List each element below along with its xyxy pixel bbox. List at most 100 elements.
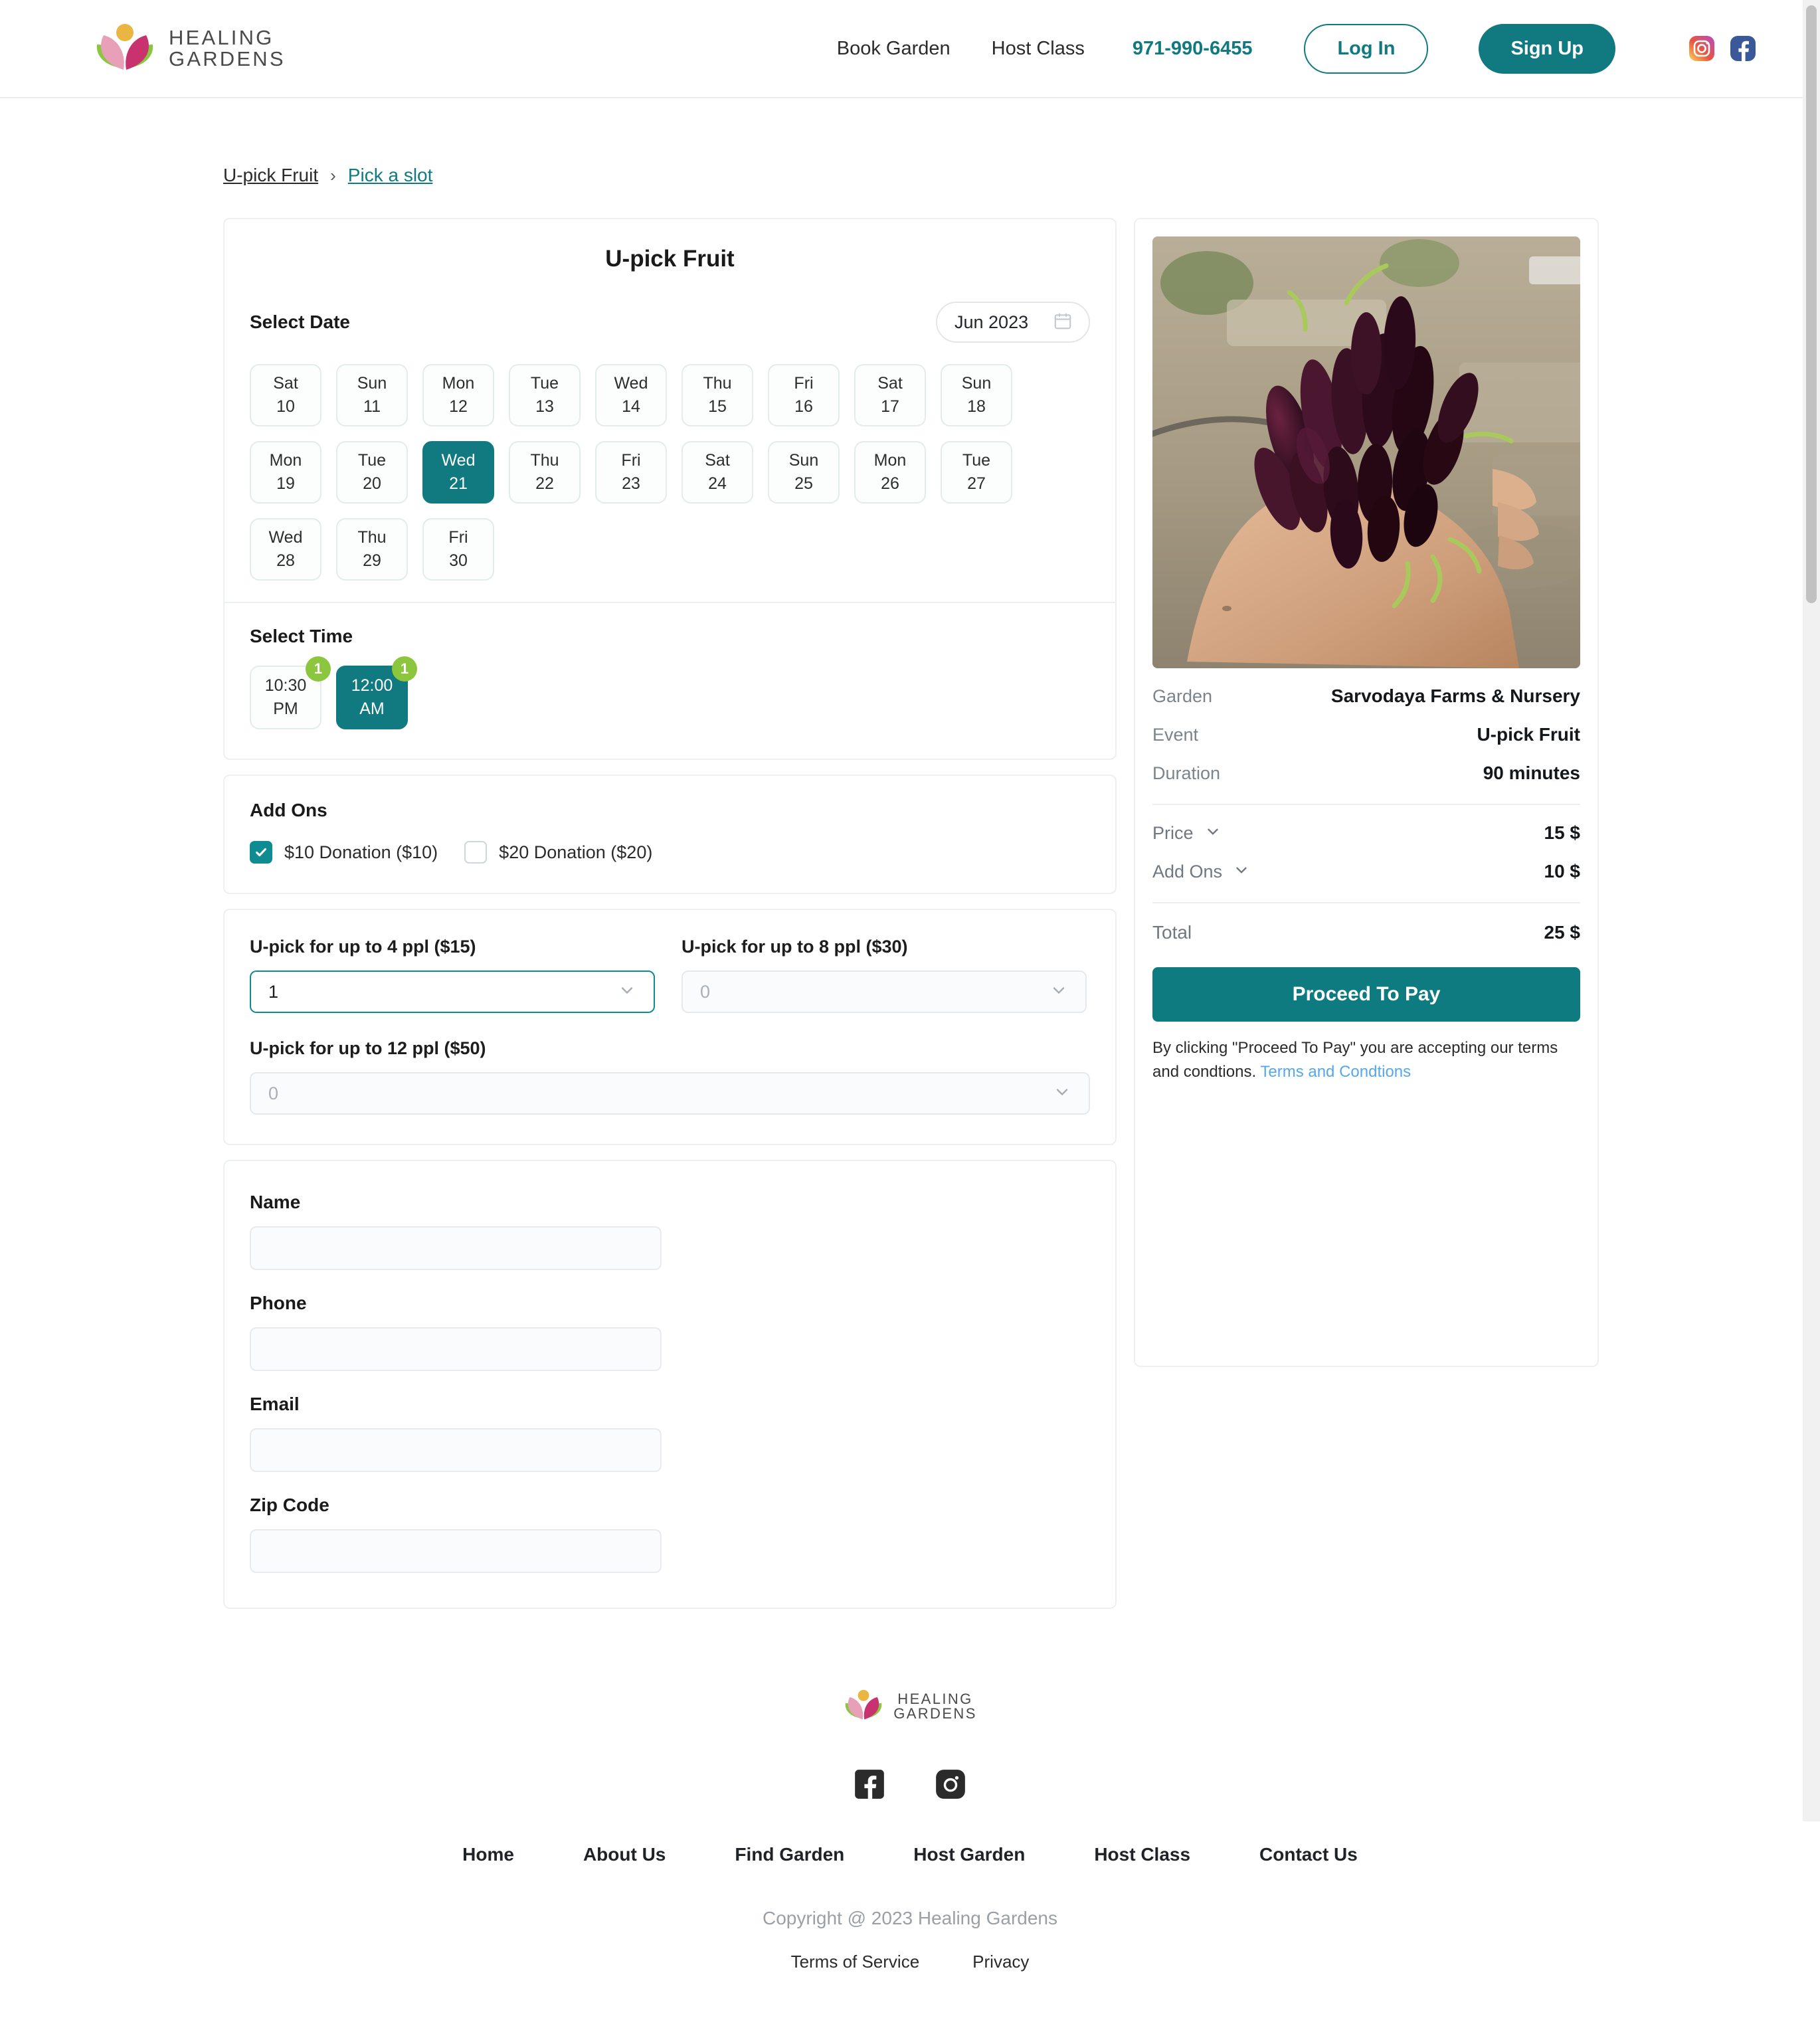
date-chip[interactable]: Sun 11 bbox=[336, 364, 408, 426]
footer-flower-icon bbox=[843, 1689, 884, 1724]
summary-price-row[interactable]: Price 15 $ bbox=[1152, 822, 1580, 844]
date-chip-weekday: Tue bbox=[357, 451, 387, 470]
summary-addons-value: 10 $ bbox=[1544, 861, 1581, 881]
date-chip[interactable]: Thu 22 bbox=[509, 441, 581, 504]
date-chip[interactable]: Sun 25 bbox=[768, 441, 840, 504]
instagram-icon[interactable] bbox=[1688, 35, 1715, 62]
select-time-label: Select Time bbox=[250, 626, 353, 646]
chevron-down-icon[interactable] bbox=[1049, 981, 1068, 1003]
time-chip-hour: 12:00 bbox=[351, 676, 393, 695]
slot-count-badge: 1 bbox=[306, 656, 331, 682]
site-logo[interactable]: HEALING GARDENS bbox=[93, 22, 286, 75]
date-chip-weekday: Fri bbox=[448, 528, 468, 547]
breadcrumb-chevron-icon: › bbox=[330, 165, 336, 185]
date-chip[interactable]: Fri 30 bbox=[422, 518, 494, 581]
contact-field-input[interactable] bbox=[250, 1327, 662, 1371]
footer-logo[interactable]: HEALING GARDENS bbox=[843, 1689, 977, 1724]
date-chip[interactable]: Sat 17 bbox=[854, 364, 926, 426]
footer-nav-link[interactable]: Host Class bbox=[1094, 1844, 1190, 1865]
nav-host-class[interactable]: Host Class bbox=[992, 38, 1085, 60]
checkbox-checked-icon[interactable] bbox=[250, 841, 272, 864]
instagram-icon[interactable] bbox=[935, 1769, 966, 1803]
ticket-quantity-select[interactable]: 0 bbox=[682, 970, 1087, 1013]
proceed-to-pay-button[interactable]: Proceed To Pay bbox=[1152, 967, 1580, 1022]
logo-wordmark: HEALING GARDENS bbox=[169, 27, 286, 69]
facebook-icon[interactable] bbox=[1730, 35, 1756, 62]
breadcrumb-current[interactable]: Pick a slot bbox=[348, 165, 433, 186]
breadcrumb: U-pick Fruit › Pick a slot bbox=[223, 165, 1756, 186]
contact-field-label: Name bbox=[250, 1192, 301, 1212]
date-chip-day: 30 bbox=[449, 551, 468, 570]
login-button[interactable]: Log In bbox=[1304, 23, 1429, 74]
time-slot: 12:00 AM 1 bbox=[336, 656, 417, 729]
date-chip-day: 16 bbox=[794, 397, 813, 416]
date-chip[interactable]: Tue 20 bbox=[336, 441, 408, 504]
header-phone[interactable]: 971-990-6455 bbox=[1133, 38, 1253, 60]
contact-field-input[interactable] bbox=[250, 1226, 662, 1270]
date-chip-day: 24 bbox=[708, 474, 727, 493]
chevron-down-icon[interactable] bbox=[618, 981, 636, 1003]
contact-field-input[interactable] bbox=[250, 1428, 662, 1472]
date-chip[interactable]: Mon 19 bbox=[250, 441, 321, 504]
date-chip[interactable]: Thu 29 bbox=[336, 518, 408, 581]
scrollbar-thumb[interactable] bbox=[1806, 5, 1817, 603]
date-chip[interactable]: Fri 23 bbox=[595, 441, 667, 504]
ticket-quantity-select[interactable]: 0 bbox=[250, 1072, 1090, 1115]
ticket-quantity-select[interactable]: 1 bbox=[250, 970, 655, 1013]
facebook-icon[interactable] bbox=[854, 1769, 885, 1803]
date-chip-weekday: Thu bbox=[703, 374, 732, 393]
time-chip-meridiem: AM bbox=[359, 699, 385, 718]
addons-card: Add Ons $10 Donation ($10) $20 Donation (… bbox=[223, 775, 1117, 894]
summary-duration-row: Duration 90 minutes bbox=[1152, 763, 1580, 784]
date-chip[interactable]: Fri 16 bbox=[768, 364, 840, 426]
footer-nav-link[interactable]: Find Garden bbox=[735, 1844, 844, 1865]
signup-button[interactable]: Sign Up bbox=[1479, 23, 1615, 74]
contact-field: Zip Code bbox=[250, 1495, 662, 1573]
summary-total-row: Total 25 $ bbox=[1152, 922, 1580, 943]
date-chip[interactable]: Mon 26 bbox=[854, 441, 926, 504]
date-chip-weekday: Wed bbox=[441, 451, 476, 470]
footer-nav-link[interactable]: Contact Us bbox=[1259, 1844, 1358, 1865]
breadcrumb-parent[interactable]: U-pick Fruit bbox=[223, 165, 318, 186]
footer-wordmark: HEALING GARDENS bbox=[893, 1691, 977, 1722]
footer-legal-link[interactable]: Terms of Service bbox=[791, 1952, 920, 1972]
date-chip[interactable]: Thu 15 bbox=[682, 364, 753, 426]
date-chip-day: 12 bbox=[449, 397, 468, 416]
date-chip[interactable]: Wed 28 bbox=[250, 518, 321, 581]
date-chip[interactable]: Sun 18 bbox=[941, 364, 1012, 426]
date-chip-day: 10 bbox=[276, 397, 295, 416]
date-chip-day: 13 bbox=[535, 397, 554, 416]
contact-field-label: Email bbox=[250, 1394, 300, 1414]
date-chip[interactable]: Tue 27 bbox=[941, 441, 1012, 504]
date-chip-weekday: Sat bbox=[705, 451, 730, 470]
footer-nav-link[interactable]: Host Garden bbox=[913, 1844, 1025, 1865]
date-chip-weekday: Thu bbox=[357, 528, 387, 547]
date-chip[interactable]: Mon 12 bbox=[422, 364, 494, 426]
page-scrollbar[interactable] bbox=[1803, 0, 1820, 1821]
contact-field-input[interactable] bbox=[250, 1529, 662, 1573]
date-chip[interactable]: Sat 24 bbox=[682, 441, 753, 504]
copyright-text: Copyright @ 2023 Healing Gardens bbox=[762, 1907, 1057, 1928]
date-chip[interactable]: Tue 13 bbox=[509, 364, 581, 426]
contact-field: Phone bbox=[250, 1293, 662, 1371]
terms-and-conditions-link[interactable]: Terms and Condtions bbox=[1260, 1063, 1411, 1081]
footer-nav-link[interactable]: Home bbox=[462, 1844, 514, 1865]
date-chip[interactable]: Wed 21 bbox=[422, 441, 494, 504]
date-chip[interactable]: Sat 10 bbox=[250, 364, 321, 426]
summary-addons-row[interactable]: Add Ons 10 $ bbox=[1152, 861, 1580, 882]
addons-chevron-down-icon[interactable] bbox=[1233, 862, 1250, 882]
footer-legal-link[interactable]: Privacy bbox=[972, 1952, 1029, 1972]
checkbox-icon[interactable] bbox=[464, 841, 488, 864]
date-chip-weekday: Mon bbox=[269, 451, 302, 470]
addon-option[interactable]: $10 Donation ($10) bbox=[250, 841, 438, 864]
month-picker[interactable]: Jun 2023 bbox=[936, 302, 1090, 343]
chevron-down-icon[interactable] bbox=[1053, 1083, 1071, 1105]
date-chip[interactable]: Wed 14 bbox=[595, 364, 667, 426]
footer-nav-link[interactable]: About Us bbox=[583, 1844, 666, 1865]
nav-book-garden[interactable]: Book Garden bbox=[837, 38, 951, 60]
footer-logo-line-2: GARDENS bbox=[893, 1705, 977, 1722]
addon-option[interactable]: $20 Donation ($20) bbox=[464, 841, 652, 864]
price-chevron-down-icon[interactable] bbox=[1204, 823, 1222, 844]
summary-event-value: U-pick Fruit bbox=[1477, 724, 1580, 745]
summary-garden-key: Garden bbox=[1152, 686, 1213, 706]
